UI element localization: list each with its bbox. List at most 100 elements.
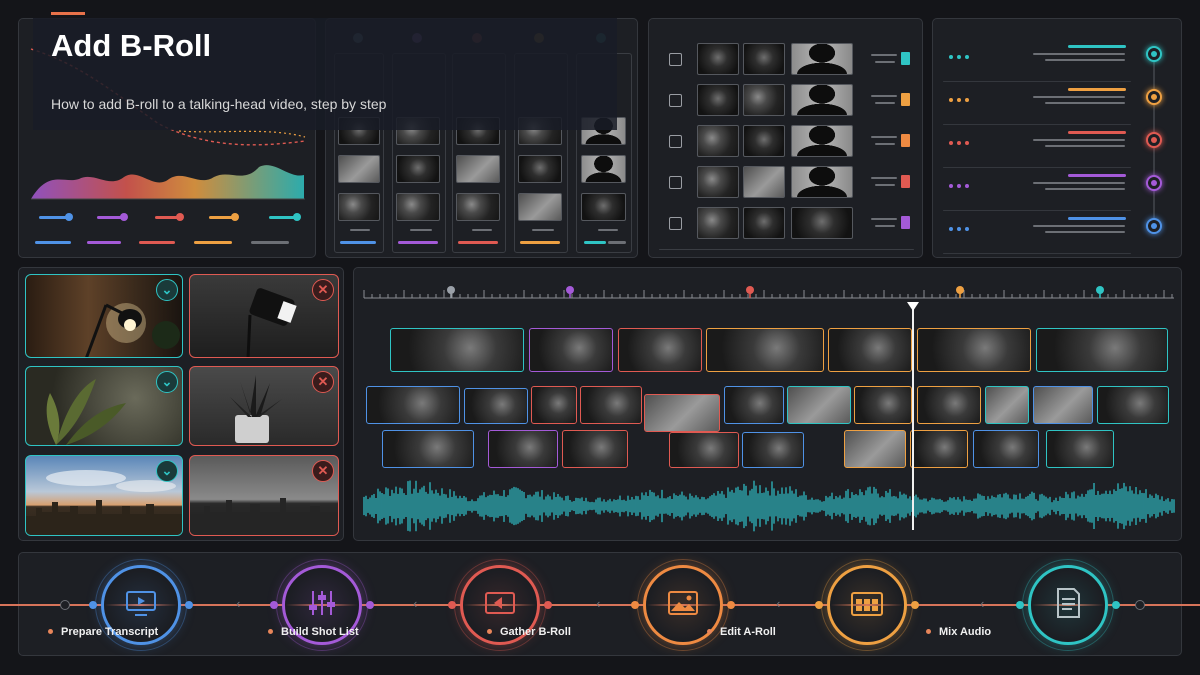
- reject-x-icon[interactable]: ✕: [312, 460, 334, 482]
- track-meter-row[interactable]: [933, 172, 1183, 212]
- b-roll-clip[interactable]: [742, 432, 804, 468]
- clip-checkbox[interactable]: [669, 94, 682, 107]
- bin-thumb[interactable]: [456, 193, 500, 221]
- bin-thumb[interactable]: [581, 193, 626, 221]
- a-roll-clip[interactable]: [390, 328, 524, 372]
- clip-thumb[interactable]: [697, 207, 739, 239]
- b-roll-clip[interactable]: [531, 386, 577, 424]
- broll-card-leaf-plant[interactable]: ⌄: [25, 366, 183, 446]
- page-title: Add B-Roll: [51, 28, 212, 63]
- clip-thumb[interactable]: [743, 84, 785, 116]
- b-roll-clip[interactable]: [366, 386, 460, 424]
- broll-review-panel: ⌄ ✕ ⌄ ✕ ⌄ ✕: [18, 267, 344, 541]
- track-node-icon[interactable]: [1146, 218, 1162, 234]
- b-roll-clip[interactable]: [1097, 386, 1169, 424]
- step-connector-dot: [448, 601, 456, 609]
- timeline-marker: [447, 286, 455, 294]
- broll-card-desk-lamp[interactable]: ⌄: [25, 274, 183, 358]
- a-roll-clip[interactable]: [529, 328, 613, 372]
- clip-checkbox[interactable]: [669, 217, 682, 230]
- clip-checklist-panel: [648, 18, 923, 258]
- playhead[interactable]: [912, 304, 914, 530]
- broll-card-studio-light[interactable]: ✕: [189, 274, 339, 358]
- a-roll-clip[interactable]: [828, 328, 912, 372]
- b-roll-clip[interactable]: [844, 430, 906, 468]
- clip-thumb[interactable]: [743, 166, 785, 198]
- b-roll-clip[interactable]: [562, 430, 628, 468]
- step-label: Prepare Transcript: [61, 626, 159, 638]
- clip-thumb[interactable]: [791, 166, 853, 198]
- broll-card-potted-plant[interactable]: ✕: [189, 366, 339, 446]
- clip-checklist-row[interactable]: [649, 166, 924, 202]
- clip-checklist-row[interactable]: [649, 84, 924, 120]
- approve-check-icon[interactable]: ⌄: [156, 279, 178, 301]
- step-mix-audio-button[interactable]: [827, 565, 907, 645]
- b-roll-clip[interactable]: [1033, 386, 1093, 424]
- clip-checklist-row[interactable]: [649, 43, 924, 79]
- b-roll-clip[interactable]: [382, 430, 474, 468]
- track-node-icon[interactable]: [1146, 46, 1162, 62]
- approve-check-icon[interactable]: ⌄: [156, 371, 178, 393]
- b-roll-clip[interactable]: [787, 386, 851, 424]
- clip-thumb[interactable]: [743, 125, 785, 157]
- clip-thumb[interactable]: [743, 207, 785, 239]
- track-meter-row[interactable]: [933, 43, 1183, 83]
- clip-checklist-row[interactable]: [649, 125, 924, 161]
- track-node-icon[interactable]: [1146, 175, 1162, 191]
- b-roll-clip[interactable]: [580, 386, 642, 424]
- approve-check-icon[interactable]: ⌄: [156, 460, 178, 482]
- track-meters-panel: [932, 18, 1182, 258]
- clip-thumb[interactable]: [791, 84, 853, 116]
- a-roll-clip[interactable]: [1036, 328, 1168, 372]
- bin-thumb[interactable]: [518, 193, 562, 221]
- b-roll-clip[interactable]: [669, 432, 739, 468]
- clip-thumb[interactable]: [697, 43, 739, 75]
- b-roll-clip[interactable]: [488, 430, 558, 468]
- step-bullet: [926, 629, 931, 634]
- track-meter-row[interactable]: [933, 129, 1183, 169]
- clip-thumb[interactable]: [697, 125, 739, 157]
- b-roll-clip[interactable]: [644, 394, 720, 432]
- clip-thumb[interactable]: [697, 166, 739, 198]
- reject-x-icon[interactable]: ✕: [312, 279, 334, 301]
- clip-thumb[interactable]: [697, 84, 739, 116]
- a-roll-clip[interactable]: [706, 328, 824, 372]
- bin-thumb[interactable]: [338, 155, 380, 183]
- playhead-handle[interactable]: [907, 302, 919, 311]
- clip-checkbox[interactable]: [669, 176, 682, 189]
- clip-checklist-row[interactable]: [649, 207, 924, 243]
- bin-thumb[interactable]: [396, 193, 440, 221]
- b-roll-clip[interactable]: [985, 386, 1029, 424]
- b-roll-clip[interactable]: [917, 386, 981, 424]
- bin-thumb[interactable]: [456, 155, 500, 183]
- clip-checkbox[interactable]: [669, 53, 682, 66]
- clip-thumb[interactable]: [791, 43, 853, 75]
- clip-thumb[interactable]: [743, 43, 785, 75]
- b-roll-clip[interactable]: [724, 386, 784, 424]
- b-roll-clip[interactable]: [854, 386, 912, 424]
- clip-checkbox[interactable]: [669, 135, 682, 148]
- bin-thumb[interactable]: [396, 155, 440, 183]
- reject-x-icon[interactable]: ✕: [312, 371, 334, 393]
- audio-waveform[interactable]: [354, 476, 1183, 536]
- bin-thumb[interactable]: [338, 193, 380, 221]
- bin-thumb[interactable]: [518, 155, 562, 183]
- timeline-marker: [746, 286, 754, 294]
- track-meter-row[interactable]: [933, 86, 1183, 126]
- broll-card-city-skyline-color[interactable]: ⌄: [25, 455, 183, 536]
- a-roll-clip[interactable]: [917, 328, 1031, 372]
- timeline-marker: [956, 286, 964, 294]
- b-roll-clip[interactable]: [1046, 430, 1114, 468]
- b-roll-clip[interactable]: [464, 388, 528, 424]
- clip-thumb[interactable]: [791, 125, 853, 157]
- broll-card-city-skyline-gray[interactable]: ✕: [189, 455, 339, 536]
- track-node-icon[interactable]: [1146, 89, 1162, 105]
- step-final-button[interactable]: [1028, 565, 1108, 645]
- clip-thumb[interactable]: [791, 207, 853, 239]
- track-node-icon[interactable]: [1146, 132, 1162, 148]
- a-roll-clip[interactable]: [618, 328, 702, 372]
- bin-thumb[interactable]: [581, 155, 626, 183]
- track-meter-row[interactable]: [933, 215, 1183, 255]
- b-roll-clip[interactable]: [973, 430, 1039, 468]
- b-roll-clip[interactable]: [910, 430, 968, 468]
